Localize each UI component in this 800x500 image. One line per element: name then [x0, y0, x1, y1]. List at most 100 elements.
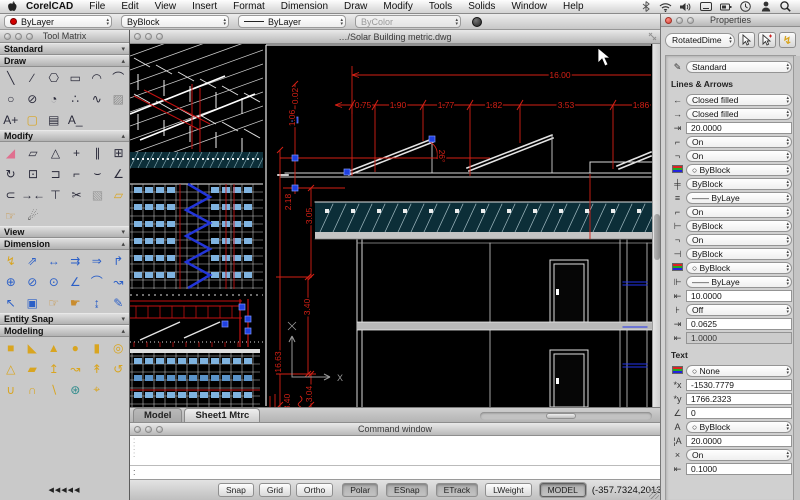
explode-icon[interactable]: ☄ [21, 205, 45, 226]
baseline-dimension-icon[interactable]: ⇉ [65, 250, 87, 271]
stretch-icon[interactable]: ⊐ [45, 163, 66, 184]
rotate-icon[interactable]: ↻ [0, 163, 21, 184]
dim-line-color-dropdown[interactable]: ○ ByBlock▴▾ [686, 164, 792, 177]
text-height-field[interactable]: 20.0000 [686, 435, 792, 448]
arc-icon[interactable]: ◠ [86, 67, 108, 88]
dim-line-weight-dropdown[interactable]: —— ByLaye▴▾ [686, 192, 792, 205]
leader-icon[interactable]: ↖ [0, 292, 22, 313]
properties-scroll-area[interactable]: ✎Standard▴▾Lines & Arrows←Closed filled▴… [665, 55, 796, 500]
region-icon[interactable]: ▢ [22, 109, 44, 130]
copy-icon[interactable]: ▱ [21, 142, 45, 163]
dimension-grips2-icon[interactable]: ☛ [65, 292, 87, 313]
fillet-icon[interactable]: ⌐ [66, 163, 87, 184]
properties-titlebar[interactable]: Properties [661, 14, 800, 27]
horizontal-scrollbar-thumb[interactable] [546, 413, 576, 419]
section-header-standard[interactable]: Standard▾ [0, 43, 129, 55]
intersect-icon[interactable]: ∩ [22, 379, 44, 400]
status-toggle-esnap[interactable]: ESnap [386, 483, 428, 497]
continue-dimension-icon[interactable]: ⇒ [86, 250, 108, 271]
smart-text-icon[interactable]: A+ [0, 109, 22, 130]
ext-line-2-dropdown[interactable]: On▴▾ [686, 234, 792, 247]
status-toggle-polar[interactable]: Polar [342, 483, 378, 497]
grip-point[interactable] [429, 136, 435, 142]
record-button[interactable] [472, 17, 482, 27]
tab-model[interactable]: Model [133, 408, 182, 422]
cylinder-icon[interactable]: ▮ [86, 337, 108, 358]
box-icon[interactable]: ■ [0, 337, 22, 358]
command-history[interactable]: ::: [130, 436, 660, 466]
section-header-entity-snap[interactable]: Entity Snap▾ [0, 313, 129, 325]
spotlight-icon[interactable] [779, 1, 792, 12]
menu-format[interactable]: Format [225, 0, 273, 13]
point-icon[interactable]: ∴ [65, 88, 87, 109]
ext-line-1-dropdown[interactable]: On▴▾ [686, 206, 792, 219]
select-matching-add-icon[interactable] [758, 32, 775, 48]
menu-solids[interactable]: Solids [460, 0, 503, 13]
text-inside-dropdown[interactable]: On▴▾ [686, 449, 792, 462]
document-titlebar[interactable]: …/Solar Building metric.dwg [130, 30, 660, 44]
ordinate-dimension-icon[interactable]: ↱ [108, 250, 130, 271]
display-icon[interactable] [699, 1, 712, 12]
quick-select-icon[interactable]: ↯ [779, 32, 796, 48]
volume-icon[interactable] [679, 1, 692, 12]
radius-dimension-icon[interactable]: ⊙ [43, 271, 65, 292]
section-header-modify[interactable]: Modify▴ [0, 130, 129, 142]
line-icon[interactable]: ╲ [0, 67, 22, 88]
dimension-grips-icon[interactable]: ☞ [43, 292, 65, 313]
polygon-icon[interactable]: ⎔ [43, 67, 65, 88]
loft-icon[interactable]: ↟ [86, 358, 108, 379]
diameter-dimension-icon[interactable]: ⊘ [22, 271, 44, 292]
ext-line-extension-field[interactable]: 10.0000 [686, 290, 792, 303]
grip-point[interactable] [245, 316, 251, 322]
duplicate-icon[interactable]: ▱ [108, 184, 129, 205]
sweep-icon[interactable]: ↝ [65, 358, 87, 379]
command-input[interactable]: : [130, 466, 660, 479]
drawing-canvas[interactable]: 16.000.751.901.771.823.531.8626°0.021.06… [130, 44, 660, 407]
wedge-icon[interactable]: ◣ [22, 337, 44, 358]
revolve-icon[interactable]: ↺ [108, 358, 130, 379]
status-toggle-model[interactable]: MODEL [540, 483, 586, 497]
menu-tools[interactable]: Tools [421, 0, 460, 13]
cone-icon[interactable]: ▲ [43, 337, 65, 358]
menu-view[interactable]: View [147, 0, 185, 13]
resize-grip[interactable] [649, 489, 659, 499]
rectangle-icon[interactable]: ▭ [65, 67, 87, 88]
tool-matrix-titlebar[interactable]: Tool Matrix [0, 30, 129, 43]
fixed-length-dropdown[interactable]: Off▴▾ [686, 304, 792, 317]
simple-note-icon[interactable]: A_ [65, 109, 87, 130]
user-icon[interactable] [759, 1, 772, 12]
grip-point[interactable] [245, 328, 251, 334]
arrow-start-dropdown[interactable]: Closed filled▴▾ [686, 94, 792, 107]
ext-line-color-dropdown[interactable]: ○ ByBlock▴▾ [686, 262, 792, 275]
arc-3point-icon[interactable]: ⌒ [108, 67, 130, 88]
edit-hatch-icon[interactable]: ▧ [87, 184, 108, 205]
text-position-x-field[interactable]: -1530.7779 [686, 379, 792, 392]
ext-line-2-style-dropdown[interactable]: ByBlock▴▾ [686, 248, 792, 261]
menu-file[interactable]: File [81, 0, 113, 13]
arrow-end-dropdown[interactable]: Closed filled▴▾ [686, 108, 792, 121]
menu-corelcad[interactable]: CorelCAD [18, 0, 81, 13]
status-toggle-grid[interactable]: Grid [259, 483, 291, 497]
dim-line-style-dropdown[interactable]: ByBlock▴▾ [686, 178, 792, 191]
circle-icon[interactable]: ○ [0, 88, 22, 109]
lengthen-icon[interactable]: ⊂ [0, 184, 21, 205]
ext-line-offset-field[interactable]: 0.0625 [686, 318, 792, 331]
section-header-draw[interactable]: Draw▴ [0, 55, 129, 67]
scale-icon[interactable]: ⊡ [21, 163, 45, 184]
section-header-view[interactable]: View▾ [0, 226, 129, 238]
text-style-dropdown[interactable]: ○ ByBlock▴▾ [686, 421, 792, 434]
arrow-size-field[interactable]: 20.0000 [686, 122, 792, 135]
delete-icon[interactable]: ◢ [0, 142, 21, 163]
center-mark-icon[interactable]: ⊕ [0, 271, 22, 292]
interference-icon[interactable]: ⌖ [86, 379, 108, 400]
vertical-scrollbar[interactable] [652, 44, 660, 407]
tab-sheet1-mtrc[interactable]: Sheet1 Mtrc [184, 408, 260, 422]
text-position-y-field[interactable]: 1766.2323 [686, 393, 792, 406]
sphere-icon[interactable]: ● [65, 337, 87, 358]
chamfer-icon[interactable]: ∠ [108, 163, 129, 184]
ellipse-icon[interactable]: ⊘ [22, 88, 44, 109]
linear-dimension-icon[interactable]: ↔ [43, 250, 65, 271]
wifi-icon[interactable] [659, 1, 672, 12]
offset-icon[interactable]: ∥ [87, 142, 108, 163]
ext-line-weight-dropdown[interactable]: —— ByLaye▴▾ [686, 276, 792, 289]
